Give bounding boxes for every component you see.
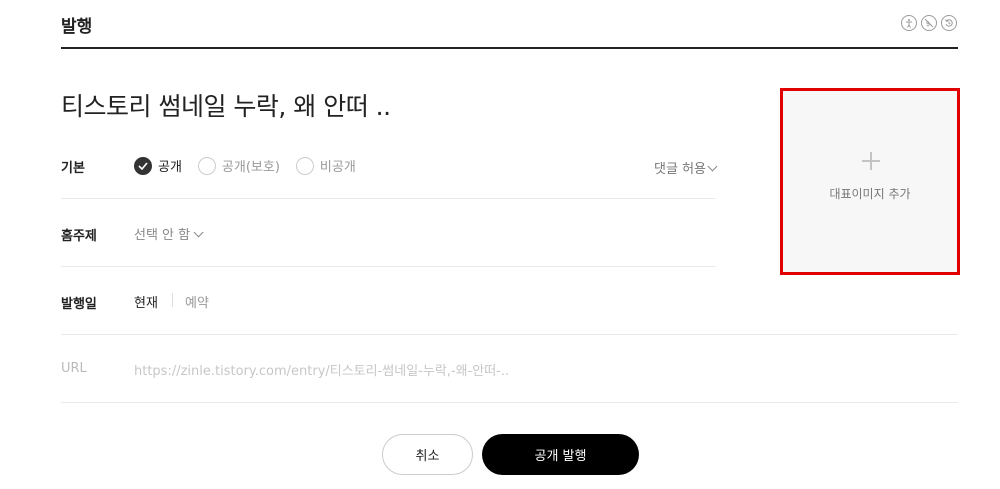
row-divider: [61, 334, 958, 335]
publish-reserve-option[interactable]: 예약: [185, 292, 209, 311]
row-divider: [61, 402, 958, 403]
chevron-down-icon: [193, 227, 204, 237]
radio-protected[interactable]: 공개(보호): [197, 156, 280, 175]
url-field[interactable]: https://zinle.tistory.com/entry/티스토리-썸네일…: [134, 360, 509, 379]
publish-date-label: 발행일: [61, 297, 97, 312]
cover-image-upload[interactable]: [780, 88, 960, 275]
publish-now-option[interactable]: 현재: [134, 292, 158, 311]
radio-protected-label: 공개(보호): [221, 160, 280, 175]
visibility-label: 기본: [61, 161, 85, 176]
radio-private[interactable]: 비공개: [295, 156, 356, 175]
radio-circle-icon: [197, 156, 216, 175]
comment-permission-dropdown[interactable]: 댓글 허용: [654, 158, 718, 177]
row-divider: [61, 266, 716, 267]
url-label: URL: [61, 361, 87, 376]
post-title: 티스토리 썸네일 누락, 왜 안떠 ..: [61, 92, 391, 121]
plus-icon: [862, 152, 880, 170]
cancel-button[interactable]: 취소: [382, 434, 473, 475]
radio-circle-icon: [295, 156, 314, 175]
category-dropdown[interactable]: 선택 안 함: [134, 224, 204, 243]
dialog-title: 발행: [61, 17, 93, 37]
header-divider: [61, 47, 958, 49]
no-ads-icon[interactable]: $: [921, 15, 937, 31]
cover-image-label: 대표이미지 추가: [829, 187, 911, 201]
radio-public-label: 공개: [158, 160, 182, 175]
history-icon[interactable]: [941, 15, 957, 31]
visibility-radio-group: 공개 공개(보호) 비공개: [134, 156, 372, 175]
comment-permission-label: 댓글 허용: [654, 162, 706, 177]
category-value: 선택 안 함: [134, 228, 191, 243]
option-separator: [172, 293, 173, 307]
category-label: 홈주제: [61, 229, 97, 244]
radio-public[interactable]: 공개: [134, 156, 182, 175]
publish-button[interactable]: 공개 발행: [482, 434, 639, 475]
row-divider: [61, 198, 716, 199]
check-icon: [134, 156, 152, 175]
chevron-down-icon: [707, 161, 718, 171]
header-icon-group: $: [901, 15, 957, 31]
accessibility-icon[interactable]: [901, 15, 917, 31]
radio-private-label: 비공개: [319, 160, 356, 175]
